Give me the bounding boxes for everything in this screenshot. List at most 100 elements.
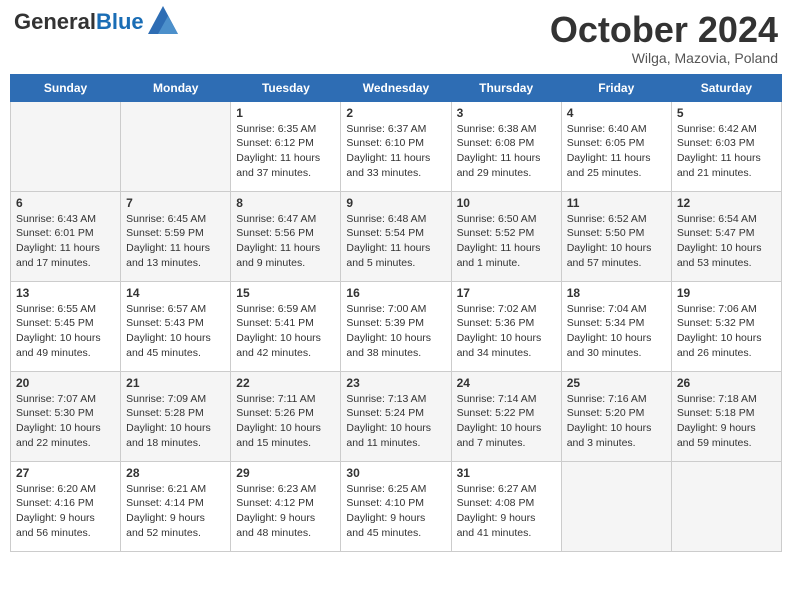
day-number: 12 — [677, 196, 776, 210]
day-cell: 29 Sunrise: 6:23 AMSunset: 4:12 PMDayligh… — [231, 461, 341, 551]
title-block: October 2024 Wilga, Mazovia, Poland — [550, 10, 778, 66]
header-cell-saturday: Saturday — [671, 74, 781, 101]
day-number: 5 — [677, 106, 776, 120]
day-number: 13 — [16, 286, 115, 300]
day-number: 22 — [236, 376, 335, 390]
day-info: Sunrise: 6:54 AMSunset: 5:47 PMDaylight:… — [677, 212, 776, 271]
day-info: Sunrise: 7:18 AMSunset: 5:18 PMDaylight:… — [677, 392, 776, 451]
day-info: Sunrise: 6:25 AMSunset: 4:10 PMDaylight:… — [346, 482, 445, 541]
day-number: 31 — [457, 466, 556, 480]
day-cell — [561, 461, 671, 551]
day-cell: 4Sunrise: 6:40 AMSunset: 6:05 PMDaylight… — [561, 101, 671, 191]
day-number: 11 — [567, 196, 666, 210]
day-number: 15 — [236, 286, 335, 300]
day-info: Sunrise: 7:13 AMSunset: 5:24 PMDaylight:… — [346, 392, 445, 451]
week-row-0: 1 Sunrise: 6:35 AMSunset: 6:12 PMDaylight… — [11, 101, 782, 191]
day-number: 7 — [126, 196, 225, 210]
day-info: Sunrise: 6:23 AMSunset: 4:12 PMDaylight:… — [236, 482, 335, 541]
logo-icon — [148, 6, 178, 34]
day-info: Sunrise: 7:11 AMSunset: 5:26 PMDaylight:… — [236, 392, 335, 451]
day-cell: 28 Sunrise: 6:21 AMSunset: 4:14 PMDayligh… — [121, 461, 231, 551]
day-info: Sunrise: 6:43 AMSunset: 6:01 PMDaylight:… — [16, 212, 115, 271]
day-cell — [121, 101, 231, 191]
day-info: Sunrise: 6:52 AMSunset: 5:50 PMDaylight:… — [567, 212, 666, 271]
day-number: 26 — [677, 376, 776, 390]
header-cell-thursday: Thursday — [451, 74, 561, 101]
day-number: 10 — [457, 196, 556, 210]
day-cell: 25 Sunrise: 7:16 AMSunset: 5:20 PMDayligh… — [561, 371, 671, 461]
day-info: Sunrise: 7:16 AMSunset: 5:20 PMDaylight:… — [567, 392, 666, 451]
day-cell: 30 Sunrise: 6:25 AMSunset: 4:10 PMDayligh… — [341, 461, 451, 551]
day-number: 4 — [567, 106, 666, 120]
day-info: Sunrise: 6:47 AMSunset: 5:56 PMDaylight:… — [236, 212, 335, 271]
day-cell: 10 Sunrise: 6:50 AMSunset: 5:52 PMDayligh… — [451, 191, 561, 281]
day-cell: 23 Sunrise: 7:13 AMSunset: 5:24 PMDayligh… — [341, 371, 451, 461]
day-number: 14 — [126, 286, 225, 300]
day-info: Sunrise: 6:27 AMSunset: 4:08 PMDaylight:… — [457, 482, 556, 541]
header-cell-wednesday: Wednesday — [341, 74, 451, 101]
day-cell: 5 Sunrise: 6:42 AMSunset: 6:03 PMDaylight… — [671, 101, 781, 191]
page-header: GeneralBlue October 2024 Wilga, Mazovia,… — [10, 10, 782, 66]
day-number: 25 — [567, 376, 666, 390]
day-cell: 27 Sunrise: 6:20 AMSunset: 4:16 PMDayligh… — [11, 461, 121, 551]
header-cell-tuesday: Tuesday — [231, 74, 341, 101]
day-cell: 14 Sunrise: 6:57 AMSunset: 5:43 PMDayligh… — [121, 281, 231, 371]
week-row-1: 6 Sunrise: 6:43 AMSunset: 6:01 PMDaylight… — [11, 191, 782, 281]
logo-text: GeneralBlue — [14, 11, 144, 33]
day-info: Sunrise: 6:37 AMSunset: 6:10 PMDaylight:… — [346, 122, 445, 181]
day-cell: 15 Sunrise: 6:59 AMSunset: 5:41 PMDayligh… — [231, 281, 341, 371]
day-info: Sunrise: 6:45 AMSunset: 5:59 PMDaylight:… — [126, 212, 225, 271]
day-number: 6 — [16, 196, 115, 210]
week-row-2: 13 Sunrise: 6:55 AMSunset: 5:45 PMDayligh… — [11, 281, 782, 371]
day-info: Sunrise: 7:14 AMSunset: 5:22 PMDaylight:… — [457, 392, 556, 451]
logo: GeneralBlue — [14, 10, 178, 34]
day-info: Sunrise: 6:50 AMSunset: 5:52 PMDaylight:… — [457, 212, 556, 271]
day-info: Sunrise: 6:59 AMSunset: 5:41 PMDaylight:… — [236, 302, 335, 361]
header-cell-sunday: Sunday — [11, 74, 121, 101]
day-number: 16 — [346, 286, 445, 300]
calendar-table: SundayMondayTuesdayWednesdayThursdayFrid… — [10, 74, 782, 552]
day-info: Sunrise: 6:55 AMSunset: 5:45 PMDaylight:… — [16, 302, 115, 361]
day-info: Sunrise: 6:20 AMSunset: 4:16 PMDaylight:… — [16, 482, 115, 541]
day-info: Sunrise: 6:57 AMSunset: 5:43 PMDaylight:… — [126, 302, 225, 361]
day-cell: 3 Sunrise: 6:38 AMSunset: 6:08 PMDaylight… — [451, 101, 561, 191]
day-number: 27 — [16, 466, 115, 480]
day-cell: 31 Sunrise: 6:27 AMSunset: 4:08 PMDayligh… — [451, 461, 561, 551]
day-number: 28 — [126, 466, 225, 480]
day-cell: 19 Sunrise: 7:06 AMSunset: 5:32 PMDayligh… — [671, 281, 781, 371]
day-cell: 17 Sunrise: 7:02 AMSunset: 5:36 PMDayligh… — [451, 281, 561, 371]
day-number: 29 — [236, 466, 335, 480]
day-number: 2 — [346, 106, 445, 120]
day-number: 24 — [457, 376, 556, 390]
day-cell — [11, 101, 121, 191]
day-number: 21 — [126, 376, 225, 390]
day-info: Sunrise: 6:21 AMSunset: 4:14 PMDaylight:… — [126, 482, 225, 541]
day-number: 19 — [677, 286, 776, 300]
day-number: 23 — [346, 376, 445, 390]
day-cell: 11 Sunrise: 6:52 AMSunset: 5:50 PMDayligh… — [561, 191, 671, 281]
day-info: Sunrise: 7:09 AMSunset: 5:28 PMDaylight:… — [126, 392, 225, 451]
day-number: 17 — [457, 286, 556, 300]
day-cell: 13 Sunrise: 6:55 AMSunset: 5:45 PMDayligh… — [11, 281, 121, 371]
week-row-4: 27 Sunrise: 6:20 AMSunset: 4:16 PMDayligh… — [11, 461, 782, 551]
week-row-3: 20Sunrise: 7:07 AMSunset: 5:30 PMDayligh… — [11, 371, 782, 461]
day-cell: 7 Sunrise: 6:45 AMSunset: 5:59 PMDaylight… — [121, 191, 231, 281]
day-cell: 18Sunrise: 7:04 AMSunset: 5:34 PMDayligh… — [561, 281, 671, 371]
day-number: 30 — [346, 466, 445, 480]
day-info: Sunrise: 6:38 AMSunset: 6:08 PMDaylight:… — [457, 122, 556, 181]
day-info: Sunrise: 7:06 AMSunset: 5:32 PMDaylight:… — [677, 302, 776, 361]
day-cell: 24 Sunrise: 7:14 AMSunset: 5:22 PMDayligh… — [451, 371, 561, 461]
day-cell: 20Sunrise: 7:07 AMSunset: 5:30 PMDayligh… — [11, 371, 121, 461]
header-cell-friday: Friday — [561, 74, 671, 101]
day-cell — [671, 461, 781, 551]
day-cell: 2 Sunrise: 6:37 AMSunset: 6:10 PMDaylight… — [341, 101, 451, 191]
day-cell: 8Sunrise: 6:47 AMSunset: 5:56 PMDaylight… — [231, 191, 341, 281]
day-number: 18 — [567, 286, 666, 300]
day-info: Sunrise: 7:07 AMSunset: 5:30 PMDaylight:… — [16, 392, 115, 451]
day-number: 1 — [236, 106, 335, 120]
day-info: Sunrise: 6:42 AMSunset: 6:03 PMDaylight:… — [677, 122, 776, 181]
day-info: Sunrise: 6:35 AMSunset: 6:12 PMDaylight:… — [236, 122, 335, 181]
day-number: 3 — [457, 106, 556, 120]
header-row: SundayMondayTuesdayWednesdayThursdayFrid… — [11, 74, 782, 101]
day-info: Sunrise: 7:02 AMSunset: 5:36 PMDaylight:… — [457, 302, 556, 361]
